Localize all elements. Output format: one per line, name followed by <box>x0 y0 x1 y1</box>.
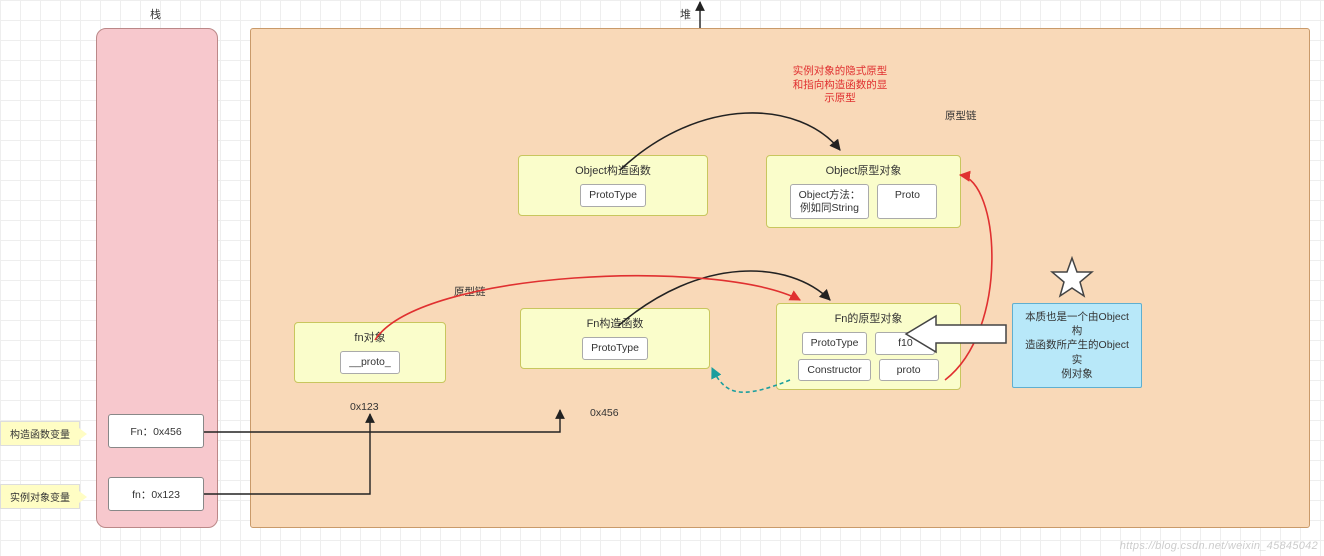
label-instance-var: 实例对象变量 <box>0 484 80 509</box>
addr-fn-obj: 0x123 <box>350 401 379 413</box>
node-title: Fn构造函数 <box>521 309 709 333</box>
star-icon <box>1050 256 1094 303</box>
node-title: fn对象 <box>295 323 445 347</box>
callout-object-instance: 本质也是一个由Object构 造函数所产生的Object实 例对象 <box>1012 303 1142 388</box>
node-fn-constructor: Fn构造函数 ProtoType <box>520 308 710 369</box>
node-title: Object构造函数 <box>519 156 707 180</box>
heap-header: 堆 <box>680 6 691 22</box>
label-proto-chain-1: 原型链 <box>454 284 486 299</box>
node-object-prototype: Object原型对象 Object方法： 例如同String Proto <box>766 155 961 228</box>
label-proto-chain-2: 原型链 <box>945 108 977 123</box>
node-object-constructor: Object构造函数 ProtoType <box>518 155 708 216</box>
node-fn-instance: fn对象 __proto_ <box>294 322 446 383</box>
node-title: Fn的原型对象 <box>777 304 960 328</box>
node-fn-prototype: Fn的原型对象 ProtoType f10 Constructor proto <box>776 303 961 390</box>
slot-prototype: ProtoType <box>802 332 868 355</box>
stack-header: 栈 <box>150 6 161 22</box>
slot-constructor: Constructor <box>798 359 870 382</box>
slot-object-methods: Object方法： 例如同String <box>790 184 870 219</box>
addr-fn-ctor: 0x456 <box>590 407 619 419</box>
label-constructor-var: 构造函数变量 <box>0 421 80 446</box>
slot-prototype: ProtoType <box>582 337 648 360</box>
stack-box-fn-ctor: Fn：0x456 <box>108 414 204 448</box>
node-title: Object原型对象 <box>767 156 960 180</box>
stack-region <box>96 28 218 528</box>
slot-proto: proto <box>879 359 939 382</box>
slot-f10: f10 <box>875 332 935 355</box>
stack-box-fn-inst: fn：0x123 <box>108 477 204 511</box>
slot-dunder-proto: __proto_ <box>340 351 400 374</box>
slot-proto: Proto <box>877 184 937 219</box>
watermark: https://blog.csdn.net/weixin_45845042 <box>1120 540 1318 552</box>
slot-prototype: ProtoType <box>580 184 646 207</box>
annotation-implicit-explicit-proto: 实例对象的隐式原型 和指向构造函数的显 示原型 <box>770 65 910 106</box>
